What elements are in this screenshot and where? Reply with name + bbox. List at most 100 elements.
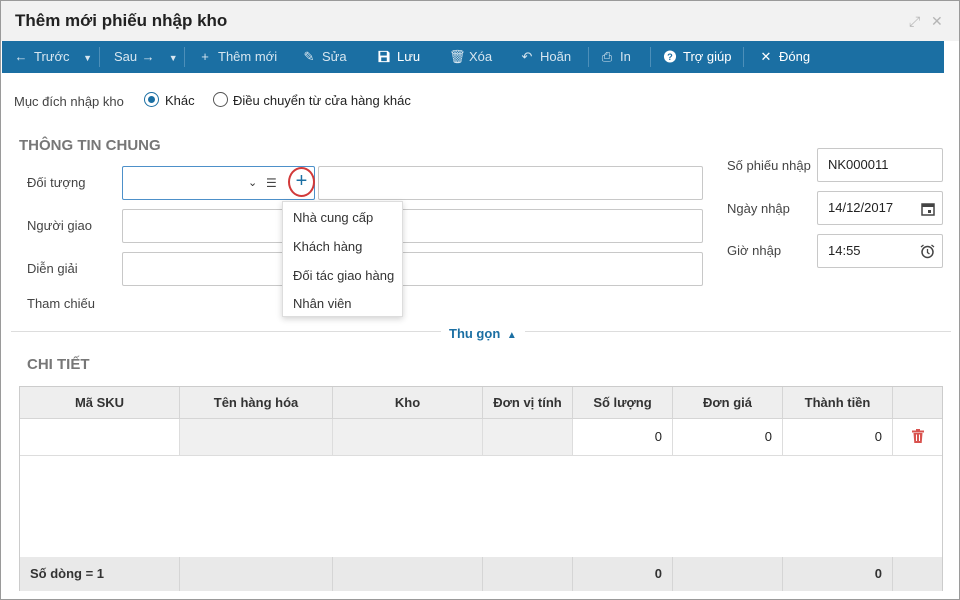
edit-label: Sửa xyxy=(322,49,347,64)
collapse-button[interactable]: Thu gọn ▲ xyxy=(441,326,525,341)
trash-icon: 🗑 xyxy=(449,49,466,64)
footer-total-quantity: 0 xyxy=(573,557,673,591)
date-value: 14/12/2017 xyxy=(828,200,894,215)
cell-quantity[interactable]: 0 xyxy=(573,419,673,456)
cell-warehouse xyxy=(333,419,483,456)
delete-button[interactable]: 🗑 Xóa xyxy=(449,41,492,73)
undo-label: Hoãn xyxy=(540,49,572,64)
chevron-up-icon: ▲ xyxy=(506,330,517,341)
col-header-amount[interactable]: Thành tiền xyxy=(783,387,893,419)
col-header-unit[interactable]: Đơn vị tính xyxy=(483,387,573,419)
expand-icon[interactable]: ⤢ xyxy=(909,13,920,30)
time-value: 14:55 xyxy=(828,243,861,258)
general-section-title: THÔNG TIN CHUNG xyxy=(19,137,161,154)
arrow-right-icon: → xyxy=(141,49,155,64)
toolbar-divider xyxy=(99,47,100,67)
dropdown-item-delivery-partner[interactable]: Đối tác giao hàng xyxy=(293,268,394,283)
chevron-down-icon[interactable]: ▼ xyxy=(169,53,178,63)
dropdown-item-supplier[interactable]: Nhà cung cấp xyxy=(293,210,373,225)
detail-section-title: CHI TIẾT xyxy=(27,356,90,373)
purpose-transfer-radio[interactable] xyxy=(213,92,228,107)
add-button[interactable]: + Thêm mới xyxy=(198,41,277,73)
alarm-clock-icon[interactable] xyxy=(920,244,935,259)
save-button[interactable]: Lưu xyxy=(377,41,420,73)
save-label: Lưu xyxy=(397,49,421,64)
undo-button[interactable]: ↶ Hoãn xyxy=(520,41,572,73)
deliverer-label: Người giao xyxy=(27,218,92,233)
voucher-no-field[interactable]: NK000011 xyxy=(817,148,943,182)
object-label: Đối tượng xyxy=(27,175,86,190)
plus-icon: + xyxy=(201,49,209,64)
next-button[interactable]: Sau → ▼ xyxy=(114,41,178,73)
col-header-price[interactable]: Đơn giá xyxy=(673,387,783,419)
date-field[interactable]: 14/12/2017 xyxy=(817,191,943,225)
dropdown-item-employee[interactable]: Nhân viên xyxy=(293,296,352,311)
close-icon[interactable]: ✕ xyxy=(931,13,943,30)
trash-icon[interactable] xyxy=(911,429,924,443)
chevron-down-icon[interactable]: ⌄ xyxy=(248,167,257,199)
purpose-transfer-label[interactable]: Điều chuyển từ cửa hàng khác xyxy=(233,93,411,108)
toolbar-divider xyxy=(743,47,744,67)
detail-grid: Mã SKU Tên hàng hóa Kho Đơn vị tính Số l… xyxy=(19,386,943,591)
object-combo[interactable]: ⌄ ☰ xyxy=(122,166,315,200)
time-field[interactable]: 14:55 xyxy=(817,234,943,268)
cell-name xyxy=(180,419,333,456)
purpose-label: Mục đích nhập kho xyxy=(14,94,124,109)
voucher-no-label: Số phiếu nhập xyxy=(727,158,811,173)
footer-cell xyxy=(483,557,573,591)
search-list-icon[interactable]: ☰ xyxy=(266,167,277,199)
footer-total-amount: 0 xyxy=(783,557,893,591)
dropdown-item-customer[interactable]: Khách hàng xyxy=(293,239,362,254)
footer-cell xyxy=(333,557,483,591)
toolbar-divider xyxy=(588,47,589,67)
time-label: Giờ nhập xyxy=(727,243,782,258)
print-button[interactable]: ⎙ In xyxy=(600,41,631,73)
object-type-dropdown: Nhà cung cấp Khách hàng Đối tác giao hàn… xyxy=(282,201,403,317)
purpose-other-radio[interactable] xyxy=(144,92,159,107)
pencil-icon: ✎ xyxy=(303,49,315,64)
col-header-name[interactable]: Tên hàng hóa xyxy=(180,387,333,419)
collapse-label: Thu gọn xyxy=(449,326,501,341)
floppy-icon xyxy=(378,50,390,63)
purpose-other-label[interactable]: Khác xyxy=(165,93,195,108)
svg-text:?: ? xyxy=(667,52,673,62)
add-label: Thêm mới xyxy=(218,49,278,64)
help-icon: ? xyxy=(663,50,677,63)
cell-actions xyxy=(893,419,942,456)
next-label: Sau xyxy=(114,49,138,64)
toolbar: ← Trước ▼ Sau → ▼ + Thêm mới ✎ Sửa Lưu 🗑 Xóa … xyxy=(2,41,944,73)
printer-icon: ⎙ xyxy=(601,49,613,64)
date-label: Ngày nhập xyxy=(727,201,790,216)
dialog-window: Thêm mới phiếu nhập kho ⤢ ✕ ← Trước ▼ Sau… xyxy=(0,0,960,600)
close-button[interactable]: ✕ Đóng xyxy=(759,41,811,73)
calendar-icon[interactable] xyxy=(921,202,935,216)
dialog-title: Thêm mới phiếu nhập kho xyxy=(15,11,228,30)
col-header-quantity[interactable]: Số lượng xyxy=(573,387,673,419)
description-field[interactable] xyxy=(122,252,703,286)
delete-label: Xóa xyxy=(469,49,493,64)
undo-icon: ↶ xyxy=(521,49,533,64)
footer-row-count: Số dòng = 1 xyxy=(20,557,180,591)
prev-button[interactable]: ← Trước ▼ xyxy=(14,41,93,73)
col-header-sku[interactable]: Mã SKU xyxy=(20,387,180,419)
deliverer-field[interactable] xyxy=(122,209,703,243)
object-name-field[interactable] xyxy=(318,166,703,200)
toolbar-divider xyxy=(184,47,185,67)
reference-label: Tham chiếu xyxy=(27,296,95,311)
cell-unit xyxy=(483,419,573,456)
help-button[interactable]: ? Trợ giúp xyxy=(663,41,732,73)
description-label: Diễn giải xyxy=(27,261,78,276)
title-bar: Thêm mới phiếu nhập kho ⤢ ✕ xyxy=(1,1,959,41)
toolbar-divider xyxy=(650,47,651,67)
col-header-warehouse[interactable]: Kho xyxy=(333,387,483,419)
col-header-actions xyxy=(893,387,942,419)
footer-cell xyxy=(673,557,783,591)
chevron-down-icon[interactable]: ▼ xyxy=(83,53,92,63)
arrow-left-icon: ← xyxy=(14,49,28,64)
footer-cell xyxy=(893,557,942,591)
add-object-button[interactable]: + xyxy=(288,167,315,197)
edit-button[interactable]: ✎ Sửa xyxy=(302,41,347,73)
prev-label: Trước xyxy=(34,49,70,64)
cell-sku[interactable] xyxy=(20,419,180,456)
cell-price[interactable]: 0 xyxy=(673,419,783,456)
